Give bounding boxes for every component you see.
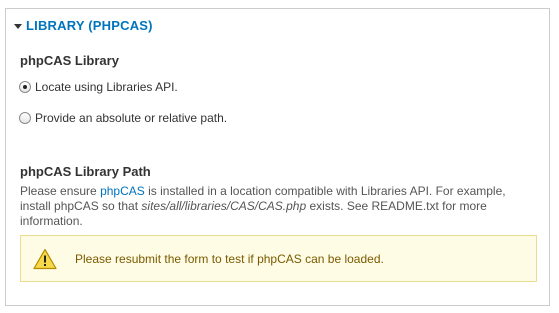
library-path-label: phpCAS Library Path — [20, 164, 151, 179]
radio-button-checked[interactable] — [19, 81, 31, 93]
radio-option-path[interactable]: Provide an absolute or relative path. — [19, 111, 227, 125]
description-text: Please ensure — [20, 184, 101, 198]
library-label: phpCAS Library — [20, 53, 119, 68]
fieldset-legend-label: LIBRARY (PHPCAS) — [26, 18, 153, 33]
warning-icon — [33, 248, 57, 269]
warning-message: Please resubmit the form to test if phpC… — [20, 235, 537, 282]
radio-option-libraries-api[interactable]: Locate using Libraries API. — [19, 80, 178, 94]
collapse-triangle-icon — [14, 23, 22, 29]
phpcas-link[interactable]: phpCAS — [100, 184, 145, 198]
library-path-example: sites/all/libraries/CAS/CAS.php — [141, 199, 307, 213]
radio-option-label: Provide an absolute or relative path. — [35, 111, 228, 125]
fieldset-legend-toggle[interactable]: LIBRARY (PHPCAS) — [14, 18, 153, 33]
library-path-description: Please ensure phpCAS is installed in a l… — [20, 184, 532, 229]
radio-button-unchecked[interactable] — [19, 112, 31, 124]
warning-text: Please resubmit the form to test if phpC… — [75, 251, 384, 266]
library-fieldset: LIBRARY (PHPCAS) phpCAS Library Locate u… — [5, 8, 550, 306]
radio-option-label: Locate using Libraries API. — [35, 80, 178, 94]
